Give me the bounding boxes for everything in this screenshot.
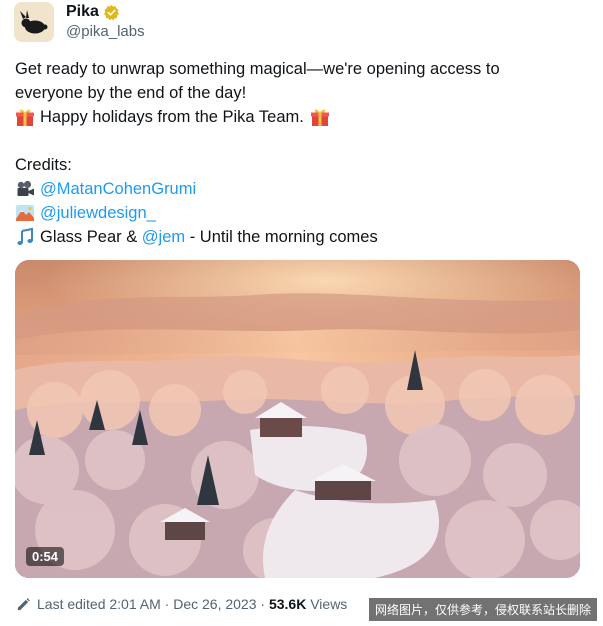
video-duration-badge: 0:54 — [26, 547, 65, 566]
views-count: 53.6K — [268, 596, 307, 612]
landscape-art-icon — [16, 205, 34, 221]
pika-rabbit-logo-icon — [14, 2, 54, 42]
text-line-holidays: Happy holidays from the Pika Team. — [15, 105, 590, 129]
views-label: Views — [306, 596, 348, 612]
meta-separator: · — [256, 596, 269, 612]
video-player[interactable]: 0:54 — [15, 260, 580, 578]
credit-music-prefix: Glass Pear & — [40, 228, 142, 246]
pencil-edit-icon — [17, 597, 30, 610]
avatar[interactable] — [14, 2, 54, 42]
image-watermark: 网络图片，仅供参考，侵权联系站长删除 — [368, 598, 597, 621]
display-name[interactable]: Pika — [66, 3, 99, 21]
meta-separator: · — [160, 596, 174, 612]
holiday-message: Happy holidays from the Pika Team. — [40, 108, 304, 126]
credit-line-art: @juliewdesign_ — [15, 201, 590, 225]
movie-camera-icon — [17, 180, 34, 196]
credit-music-suffix: - Until the morning comes — [185, 228, 378, 246]
last-edited-link[interactable]: Last edited 2:01 AM — [37, 596, 161, 612]
tweet-card: Pika @pika_labs Get ready to unwrap some… — [0, 0, 603, 626]
credit-link-matan[interactable]: @MatanCohenGrumi — [40, 177, 196, 201]
text-line: Get ready to unwrap something magical—we… — [15, 60, 500, 78]
tweet-meta: Last edited 2:01 AM · Dec 26, 2023 · 53.… — [16, 596, 347, 612]
post-date[interactable]: Dec 26, 2023 — [173, 596, 256, 612]
credit-link-jem[interactable]: @jem — [142, 225, 185, 249]
gift-icon — [16, 109, 34, 126]
credit-line-music: Glass Pear & @jem - Until the morning co… — [15, 225, 590, 249]
gift-icon — [310, 109, 329, 126]
music-notes-icon — [17, 227, 33, 245]
snowy-forest-video-thumbnail — [15, 260, 580, 578]
credit-line-camera: @MatanCohenGrumi — [15, 177, 590, 201]
credits-label: Credits: — [15, 156, 72, 174]
author-handle[interactable]: @pika_labs — [66, 23, 145, 40]
text-line: everyone by the end of the day! — [15, 84, 247, 102]
author-name-row[interactable]: Pika — [66, 3, 120, 21]
credit-link-julie[interactable]: @juliewdesign_ — [40, 201, 156, 225]
tweet-text: Get ready to unwrap something magical—we… — [15, 57, 590, 249]
verified-badge-icon — [103, 4, 119, 20]
